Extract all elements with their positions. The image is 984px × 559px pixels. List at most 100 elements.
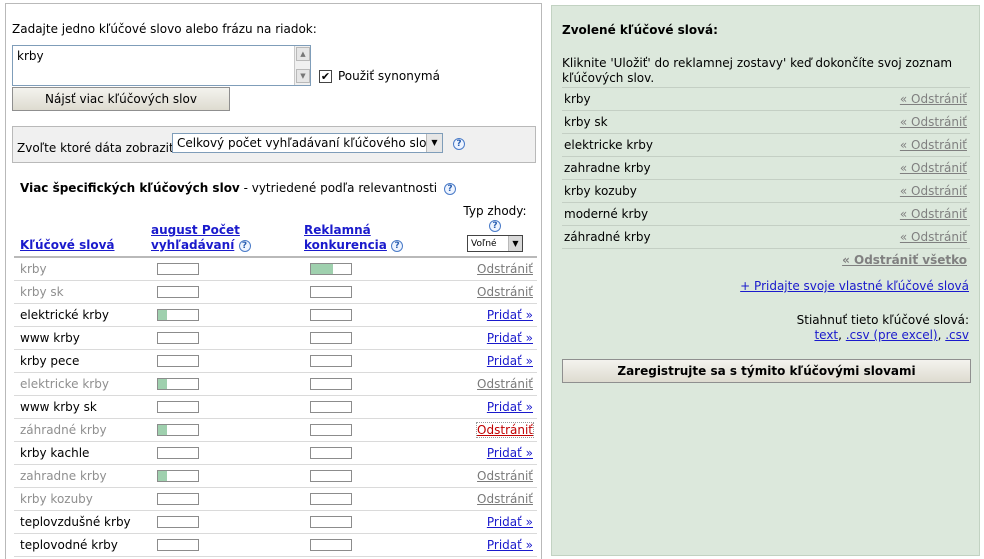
selected-keywords-panel: Zvolené kľúčové slová: Kliknite 'Uložiť'… [551,5,980,556]
data-selector-label: Zvoľte ktoré dáta zobraziť: [17,141,178,155]
keyword-input-label: Zadajte jedno kľúčové slovo alebo frázu … [12,22,317,36]
table-row: záhradné krby Odstrániť [14,419,537,442]
keyword-tool-panel: Zadajte jedno kľúčové slovo alebo frázu … [5,3,542,559]
download-csv-link[interactable]: .csv [945,328,969,342]
keyword-cell: krby [20,262,47,276]
results-subtitle: - vytriedené podľa relevantnosti [239,181,438,195]
row-action-link[interactable]: Pridať » [487,538,533,552]
keyword-cell: záhradné krby [20,423,107,437]
search-volume-fill [158,425,167,435]
search-volume-bar [157,516,199,528]
selected-keyword: krby sk [564,115,608,129]
row-action-link[interactable]: Odstrániť [477,492,533,506]
row-action-link[interactable]: Odstrániť [476,422,534,438]
keyword-textarea-value: krby [17,49,44,63]
competition-bar [310,332,352,344]
textarea-scrollbar[interactable]: ▲ ▼ [294,46,310,85]
table-row: krby kozuby Odstrániť [14,488,537,511]
competition-bar [310,355,352,367]
chevron-down-icon[interactable]: ▼ [426,134,442,152]
selected-keyword: záhradné krby [564,230,651,244]
selected-keywords-list: krby « Odstrániť krby sk « Odstrániť ele… [562,87,970,249]
scroll-up-icon[interactable]: ▲ [296,47,310,61]
search-volume-bar [157,493,199,505]
sort-searches-link-2[interactable]: vyhľadávaní [151,238,234,252]
remove-keyword-link[interactable]: « Odstrániť [900,184,967,198]
row-action-link[interactable]: Odstrániť [477,377,533,391]
match-type-value: Voľné [471,239,497,249]
keyword-cell: elektrické krby [20,308,109,322]
results-title: Viac špecifických kľúčových slov - vytri… [20,181,456,195]
table-row: krby sk Odstrániť [14,281,537,304]
sort-searches-link-1[interactable]: august Počet [151,223,240,237]
register-button[interactable]: Zaregistrujte sa s týmito kľúčovými slov… [562,359,971,383]
synonyms-label: Použiť synonymá [338,69,440,83]
download-csv-excel-link[interactable]: .csv (pre excel) [846,328,938,342]
search-volume-fill [158,379,167,389]
add-own-keywords-link[interactable]: + Pridajte svoje vlastné kľúčové slová [740,279,969,293]
row-action-link[interactable]: Pridať » [487,308,533,322]
download-label: Stiahnuť tieto kľúčové slová: [796,313,969,327]
data-selector-value: Celkový počet vyhľadávaní kľúčového slov… [177,136,441,150]
table-row: krby Odstrániť [14,258,537,281]
search-volume-bar [157,401,199,413]
search-volume-fill [158,471,167,481]
row-action-link[interactable]: Pridať » [487,446,533,460]
table-row: elektrické krby Pridať » [14,304,537,327]
column-header-keywords[interactable]: Kľúčové slová [20,238,115,252]
remove-keyword-link[interactable]: « Odstrániť [900,207,967,221]
data-selector-dropdown[interactable]: Celkový počet vyhľadávaní kľúčového slov… [172,133,443,153]
remove-keyword-link[interactable]: « Odstrániť [900,161,967,175]
table-row: www krby Pridať » [14,327,537,350]
competition-fill [311,264,333,274]
help-icon[interactable]: ? [453,138,465,150]
help-icon[interactable]: ? [443,182,456,195]
competition-bar [310,309,352,321]
chevron-down-icon[interactable]: ▼ [508,236,522,251]
remove-keyword-link[interactable]: « Odstrániť [900,138,967,152]
help-icon[interactable]: ? [391,239,404,252]
row-action-link[interactable]: Odstrániť [477,285,533,299]
column-header-competition: Reklamná konkurencia ? [304,223,404,253]
search-volume-bar [157,263,199,275]
competition-bar [310,539,352,551]
keyword-cell: www krby [20,331,80,345]
competition-bar [310,263,352,275]
competition-bar [310,378,352,390]
competition-bar [310,424,352,436]
selected-keyword: zahradne krby [564,161,651,175]
match-type-dropdown[interactable]: Voľné ▼ [467,235,523,252]
row-action-link[interactable]: Odstrániť [477,469,533,483]
remove-keyword-link[interactable]: « Odstrániť [900,230,967,244]
synonyms-checkbox[interactable]: ✔ [319,69,332,83]
competition-bar [310,447,352,459]
keyword-cell: www krby sk [20,400,97,414]
competition-bar [310,470,352,482]
row-action-link[interactable]: Pridať » [487,515,533,529]
remove-keyword-link[interactable]: « Odstrániť [900,115,967,129]
row-action-link[interactable]: Odstrániť [477,262,533,276]
remove-all-link[interactable]: « Odstrániť všetko [842,253,967,267]
data-selector-bar: Zvoľte ktoré dáta zobraziť: Celkový poče… [12,126,536,163]
search-volume-bar [157,424,199,436]
help-icon[interactable]: ? [238,239,251,252]
keyword-cell: krby sk [20,285,64,299]
keyword-textarea[interactable]: krby ▲ ▼ [12,45,311,86]
column-header-searches: august Počet vyhľadávaní ? [151,223,251,253]
remove-keyword-link[interactable]: « Odstrániť [900,92,967,106]
row-action-link[interactable]: Pridať » [487,400,533,414]
find-more-keywords-button[interactable]: Nájsť viac kľúčových slov [12,87,230,111]
match-type-label: Typ zhody: [463,204,527,218]
selected-keyword: moderné krby [564,207,649,221]
help-icon[interactable]: ? [489,219,501,232]
sort-competition-link-2[interactable]: konkurencia [304,238,387,252]
scroll-down-icon[interactable]: ▼ [296,69,310,83]
keyword-cell: krby kozuby [20,492,93,506]
download-text-link[interactable]: text [814,328,838,342]
row-action-link[interactable]: Pridať » [487,331,533,345]
sort-competition-link-1[interactable]: Reklamná [304,223,371,237]
row-action-link[interactable]: Pridať » [487,354,533,368]
list-item: krby kozuby « Odstrániť [562,180,970,203]
list-item: záhradné krby « Odstrániť [562,226,970,249]
synonyms-option[interactable]: ✔ Použiť synonymá [319,69,440,83]
